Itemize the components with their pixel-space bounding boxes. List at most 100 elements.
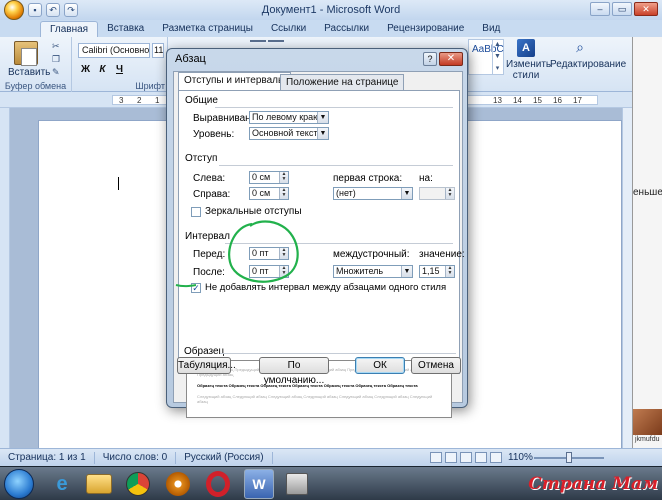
divider: [220, 353, 456, 354]
after-label: После:: [193, 267, 225, 278]
font-group-label: Шрифт: [135, 81, 165, 91]
dialog-close-button[interactable]: ✕: [439, 52, 463, 66]
tab-mailings[interactable]: Рассылки: [315, 21, 378, 37]
copy-icon[interactable]: ❐: [52, 54, 64, 64]
outline-button[interactable]: [475, 452, 487, 463]
spinner-arrows-icon[interactable]: ▲ ▼: [279, 188, 288, 199]
dialog-title: Абзац: [175, 53, 206, 65]
spinner-arrows-icon[interactable]: ▲ ▼: [279, 266, 288, 277]
set-default-button[interactable]: По умолчанию...: [259, 357, 329, 386]
chevron-down-icon: ▼: [317, 128, 328, 139]
indent-heading: Отступ: [185, 153, 218, 164]
ruler-label: 14: [513, 96, 522, 105]
media-player-icon[interactable]: [166, 472, 190, 496]
editing-button[interactable]: ⌕ Редактирование: [550, 39, 626, 70]
first-line-value: (нет): [336, 188, 356, 198]
right-indent-label: Справа:: [193, 189, 231, 200]
watermark: Страна Мам: [528, 474, 658, 494]
clipboard-group: Вставить ✂ ❐ ✎ Буфер обмена: [0, 37, 72, 92]
right-indent-value: 0 см: [252, 188, 271, 198]
help-button[interactable]: ?: [423, 52, 437, 66]
background-username: jkmufdu: [635, 436, 660, 443]
mirror-indents-checkbox[interactable]: [191, 207, 201, 217]
left-indent-spinner[interactable]: 0 см ▲ ▼: [249, 171, 289, 184]
background-text: еньше: [633, 187, 662, 198]
preview-heading: Образец: [184, 346, 225, 357]
text-cursor: [118, 177, 119, 190]
spinner-arrows-icon[interactable]: ▲ ▼: [445, 188, 454, 199]
dialog-body: Отступы и интервалы Положение на страниц…: [173, 71, 465, 418]
format-painter-icon[interactable]: ✎: [52, 67, 64, 77]
ruler-label: 2: [137, 96, 142, 105]
tab-indents-spacing[interactable]: Отступы и интервалы: [178, 72, 292, 90]
spacing-before-spinner[interactable]: 0 пт ▲ ▼: [249, 247, 289, 260]
font-size-field[interactable]: 11: [152, 43, 164, 58]
zoom-level[interactable]: 110%: [508, 452, 533, 463]
page-count[interactable]: Страница: 1 из 1: [0, 451, 95, 464]
cancel-button[interactable]: Отмена: [411, 357, 461, 374]
start-button[interactable]: [4, 469, 34, 499]
tab-review[interactable]: Рецензирование: [378, 21, 473, 37]
tabs-button[interactable]: Табуляция...: [177, 357, 236, 374]
app-icon[interactable]: [286, 473, 308, 495]
spacing-after-spinner[interactable]: 0 пт ▲ ▼: [249, 265, 289, 278]
spinner-arrows-icon[interactable]: ▲ ▼: [445, 266, 454, 277]
general-heading: Общие: [185, 95, 218, 106]
left-indent-label: Слева:: [193, 173, 226, 184]
background-window: еньше jkmufdu: [632, 37, 662, 467]
status-bar: Страница: 1 из 1 Число слов: 0 Русский (…: [0, 448, 662, 466]
zoom-slider-thumb[interactable]: [566, 452, 572, 463]
change-styles-icon: A: [517, 39, 535, 57]
paste-button[interactable]: Вставить: [8, 41, 51, 78]
at-label: значение:: [419, 249, 465, 260]
styles-scroll[interactable]: ▲ ▼ ▾: [492, 39, 502, 75]
cut-icon[interactable]: ✂: [52, 41, 64, 51]
spinner-arrows-icon[interactable]: ▲ ▼: [279, 172, 288, 183]
title-bar: ▪ ↶ ↷ Документ1 - Microsoft Word – ▭ ✕: [0, 0, 662, 20]
tab-home[interactable]: Главная: [40, 21, 99, 37]
tab-references[interactable]: Ссылки: [262, 21, 315, 37]
right-indent-spinner[interactable]: 0 см ▲ ▼: [249, 187, 289, 200]
vertical-scrollbar[interactable]: [622, 108, 632, 448]
folder-icon[interactable]: [86, 474, 112, 494]
tab-insert[interactable]: Вставка: [98, 21, 153, 37]
word-taskbar-icon[interactable]: W: [244, 469, 274, 499]
print-layout-button[interactable]: [430, 452, 442, 463]
close-window-button[interactable]: ✕: [634, 2, 658, 16]
tab-view[interactable]: Вид: [473, 21, 509, 37]
draft-button[interactable]: [490, 452, 502, 463]
web-layout-button[interactable]: [460, 452, 472, 463]
language-indicator[interactable]: Русский (Россия): [176, 451, 273, 464]
italic-button[interactable]: К: [95, 63, 110, 77]
word-count[interactable]: Число слов: 0: [95, 451, 177, 464]
tab-page-layout[interactable]: Разметка страницы: [153, 21, 262, 37]
first-line-select[interactable]: (нет) ▼: [333, 187, 413, 200]
opera-icon[interactable]: [206, 471, 230, 497]
spinner-arrows-icon[interactable]: ▲ ▼: [279, 248, 288, 259]
underline-button[interactable]: Ч: [112, 63, 127, 77]
vertical-ruler[interactable]: [0, 108, 10, 448]
format-buttons: Ж К Ч: [78, 63, 127, 77]
first-line-label: первая строка:: [333, 173, 403, 184]
by-spinner[interactable]: ▲ ▼: [419, 187, 455, 200]
paste-label: Вставить: [8, 67, 51, 78]
at-value: 1,15: [422, 266, 440, 276]
maximize-button[interactable]: ▭: [612, 2, 632, 16]
alignment-select[interactable]: По левому краю ▼: [249, 111, 329, 124]
minimize-button[interactable]: –: [590, 2, 610, 16]
ok-button[interactable]: ОК: [355, 357, 405, 374]
at-spinner[interactable]: 1,15 ▲ ▼: [419, 265, 455, 278]
background-avatar: [633, 409, 662, 435]
line-spacing-value: Множитель: [336, 266, 384, 276]
line-spacing-select[interactable]: Множитель ▼: [333, 265, 413, 278]
font-name-field[interactable]: Calibri (Основной те: [78, 43, 150, 58]
tab-line-page-breaks[interactable]: Положение на странице: [280, 74, 405, 90]
change-styles-button[interactable]: A Изменить стили: [506, 39, 551, 81]
spacing-before-value: 0 пт: [252, 248, 269, 258]
internet-explorer-icon[interactable]: e: [44, 470, 80, 498]
level-select[interactable]: Основной текст ▼: [249, 127, 329, 140]
full-screen-button[interactable]: [445, 452, 457, 463]
bold-button[interactable]: Ж: [78, 63, 93, 77]
dont-add-space-checkbox[interactable]: ✓: [191, 283, 201, 293]
chrome-icon[interactable]: [126, 472, 150, 496]
